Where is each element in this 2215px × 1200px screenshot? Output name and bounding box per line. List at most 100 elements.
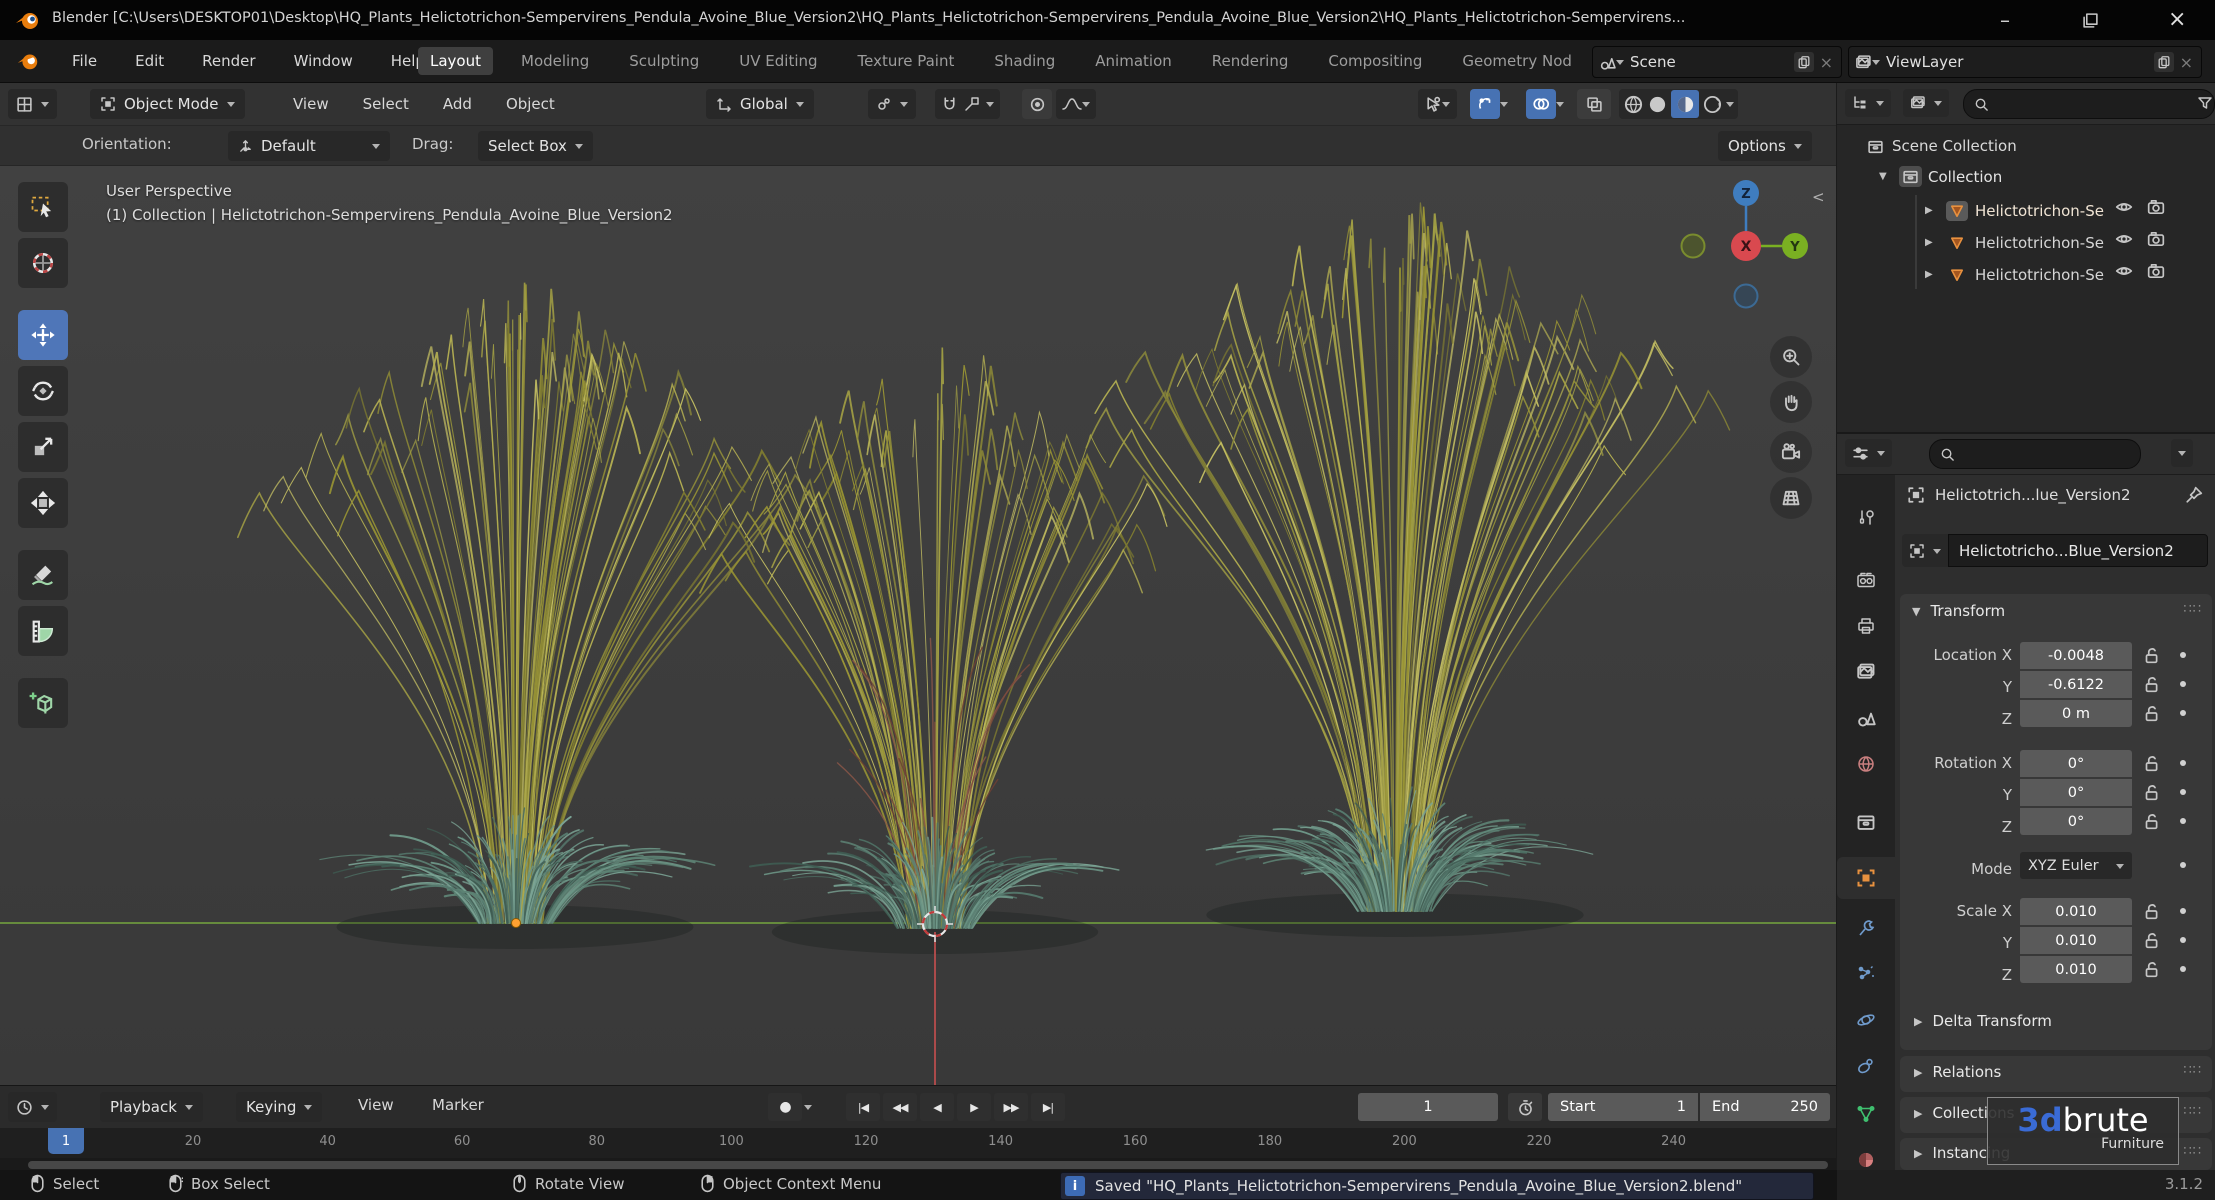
animate-dot[interactable]	[2180, 760, 2186, 766]
play-reverse-button[interactable]: ◀	[920, 1093, 954, 1121]
properties-options-dropdown[interactable]	[2171, 439, 2193, 467]
camera-icon[interactable]	[2147, 230, 2165, 248]
tab-rendering[interactable]: Rendering	[1200, 47, 1301, 75]
outliner-row-object-1[interactable]: ▶ Helictotrichon-Se	[1925, 195, 2107, 226]
playback-dropdown[interactable]: Playback	[100, 1092, 203, 1122]
collection-expand-icon[interactable]: ▼	[1879, 171, 1893, 182]
shading-dropdown-caret[interactable]	[1726, 102, 1734, 111]
tab-modifiers[interactable]	[1837, 907, 1895, 949]
eye-icon[interactable]	[2115, 198, 2133, 216]
current-frame-field[interactable]: 1	[1358, 1093, 1498, 1121]
rotation-z-field[interactable]: 0°	[2020, 808, 2132, 835]
tab-output[interactable]	[1837, 605, 1895, 647]
snap-dropdown-caret[interactable]	[986, 102, 994, 111]
pin-icon[interactable]	[2185, 486, 2203, 504]
properties-context-dropdown[interactable]	[1845, 439, 1892, 467]
tab-view-layer[interactable]	[1837, 651, 1895, 693]
shading-rendered-icon[interactable]	[1702, 94, 1723, 115]
expand-icon[interactable]: ▶	[1925, 269, 1939, 280]
gizmos-dropdown-caret[interactable]	[1500, 102, 1508, 111]
scale-y-field[interactable]: 0.010	[2020, 927, 2132, 954]
object-origin-dot[interactable]	[512, 919, 521, 928]
shading-wireframe-icon[interactable]	[1623, 94, 1644, 115]
menu-window[interactable]: Window	[294, 52, 353, 70]
orientation-default-dropdown[interactable]: Default	[228, 131, 390, 161]
tool-transform[interactable]	[18, 478, 68, 528]
maximize-button[interactable]	[2082, 12, 2099, 29]
animate-dot[interactable]	[2180, 681, 2186, 687]
tab-compositing[interactable]: Compositing	[1316, 47, 1434, 75]
viewlayer-icon[interactable]	[1855, 54, 1872, 71]
lock-icon[interactable]	[2142, 931, 2160, 949]
viewlayer-name[interactable]: ViewLayer	[1886, 53, 2154, 71]
timeline-editor-type-button[interactable]	[8, 1092, 57, 1122]
snap-settings-icon[interactable]	[964, 96, 980, 112]
menu-edit[interactable]: Edit	[135, 52, 164, 70]
timeline-menu-marker[interactable]: Marker	[432, 1096, 484, 1114]
camera-view-button[interactable]	[1770, 431, 1812, 473]
menu-select[interactable]: Select	[363, 95, 409, 113]
animate-dot[interactable]	[2180, 652, 2186, 658]
snap-magnet-icon[interactable]	[941, 96, 958, 113]
outliner-row-object-2[interactable]: ▶ Helictotrichon-Se	[1925, 227, 2107, 258]
expand-icon[interactable]: ▶	[1925, 205, 1939, 216]
menu-file[interactable]: File	[72, 52, 97, 70]
tab-layout[interactable]: Layout	[418, 47, 493, 75]
rotation-y-field[interactable]: 0°	[2020, 779, 2132, 806]
app-menu-blender-icon[interactable]	[16, 49, 40, 73]
mode-dropdown[interactable]: Object Mode	[90, 89, 245, 119]
animate-dot[interactable]	[2180, 937, 2186, 943]
rotation-mode-dropdown[interactable]: XYZ Euler	[2020, 852, 2132, 879]
tool-add-cube[interactable]	[18, 678, 68, 728]
tab-object-data[interactable]	[1837, 1093, 1895, 1135]
camera-icon[interactable]	[2147, 198, 2165, 216]
menu-object[interactable]: Object	[506, 95, 555, 113]
scale-z-field[interactable]: 0.010	[2020, 956, 2132, 983]
scene-unlink-icon[interactable]: ×	[1820, 53, 1833, 72]
keying-dropdown[interactable]: Keying	[236, 1092, 322, 1122]
tool-move[interactable]	[18, 310, 68, 360]
xray-toggle[interactable]	[1577, 89, 1611, 119]
editor-type-button[interactable]	[8, 89, 57, 119]
proportional-edit-toggle[interactable]	[1022, 89, 1052, 119]
outliner-row-collection[interactable]: ▼ Collection	[1879, 161, 2002, 192]
scene-name[interactable]: Scene	[1630, 53, 1794, 71]
tab-particles[interactable]	[1837, 953, 1895, 995]
next-keyframe-button[interactable]: ▶▶	[994, 1093, 1028, 1121]
scene-copy-icon[interactable]	[1794, 52, 1814, 72]
panel-grip-icon[interactable]: ∷∷	[2183, 1063, 2202, 1078]
outliner-row-object-3[interactable]: ▶ Helictotrichon-Se	[1925, 259, 2107, 290]
scene-dropdown-caret[interactable]	[1616, 60, 1624, 69]
shading-material-button[interactable]	[1671, 90, 1699, 118]
panel-grip-icon[interactable]: ∷∷	[2183, 1104, 2202, 1119]
lock-icon[interactable]	[2142, 812, 2160, 830]
timeline-menu-view[interactable]: View	[358, 1096, 394, 1114]
playhead-frame-badge[interactable]: 1	[48, 1128, 84, 1154]
viewport-canvas[interactable]: User Perspective (1) Collection | Helict…	[0, 166, 1836, 1085]
orthographic-toggle-button[interactable]	[1770, 477, 1812, 519]
location-y-field[interactable]: -0.6122	[2020, 671, 2132, 698]
timeline-ruler[interactable]: 20406080100120140160180200220240 1	[0, 1128, 1836, 1158]
outliner-filter-icon[interactable]	[2197, 95, 2213, 111]
lock-icon[interactable]	[2142, 960, 2160, 978]
outliner-search-input[interactable]	[1963, 89, 2215, 119]
location-z-field[interactable]: 0 m	[2020, 700, 2132, 727]
tool-scale[interactable]	[18, 422, 68, 472]
animate-dot[interactable]	[2180, 710, 2186, 716]
tab-constraints[interactable]	[1837, 1045, 1895, 1087]
animate-dot[interactable]	[2180, 908, 2186, 914]
gizmo-minus-z-axis[interactable]	[1735, 285, 1758, 308]
tab-shading[interactable]: Shading	[982, 47, 1067, 75]
use-preview-range-button[interactable]	[1508, 1093, 1542, 1121]
play-button[interactable]: ▶	[957, 1093, 991, 1121]
expand-icon[interactable]: ▶	[1925, 237, 1939, 248]
previous-keyframe-button[interactable]: ◀◀	[883, 1093, 917, 1121]
viewlayer-dropdown-caret[interactable]	[1872, 60, 1880, 69]
shading-solid-icon[interactable]	[1647, 94, 1668, 115]
transform-panel-header[interactable]: ▼ Transform	[1912, 602, 2005, 620]
drag-mode-dropdown[interactable]: Select Box	[478, 131, 593, 161]
tab-tool[interactable]	[1837, 497, 1895, 539]
relations-panel[interactable]: ▶ Relations ∷∷	[1900, 1056, 2212, 1092]
outliner-filter-id-dropdown[interactable]	[1903, 89, 1949, 117]
properties-search-input[interactable]	[1929, 439, 2141, 469]
